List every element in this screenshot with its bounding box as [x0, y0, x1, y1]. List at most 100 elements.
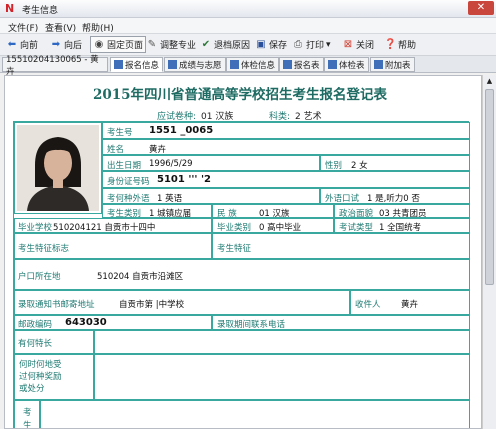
tab-physical-info[interactable]: 体检信息 — [226, 57, 280, 72]
document-view[interactable]: 2015年四川省普通高等学校招生考生报名登记表 应试卷种: 01 汉族 科类: … — [4, 75, 482, 429]
tab-signup-form[interactable]: 报名表 — [279, 57, 324, 72]
id-row: 身份证号码 5101 ''' '2 — [102, 171, 470, 188]
close-window-button[interactable]: ✕ — [468, 1, 494, 15]
birth-label: 出生日期 — [107, 161, 142, 171]
menu-file[interactable]: 文件(F) — [8, 21, 38, 34]
foreign-label: 考何种外语 — [107, 194, 150, 204]
id-label: 身份证号码 — [107, 177, 150, 187]
category-cell: 考生类别 1 城镇应届 — [102, 204, 212, 219]
app-logo-icon: N — [5, 2, 15, 15]
exam-no-label: 考生号 — [107, 128, 133, 138]
document-icon — [283, 60, 292, 69]
scrollbar-thumb[interactable] — [485, 89, 494, 285]
tab-bar: 15510204130065 - 黄卉 报名信息 成绩与志愿 体检信息 报名表 … — [0, 55, 496, 77]
residence-row: 户口所在地 510204 自贡市沿滩区 — [14, 259, 470, 290]
tab-scores[interactable]: 成绩与志愿 — [164, 57, 226, 72]
name-row: 姓名 黄卉 — [102, 139, 470, 155]
check-icon: ✔ — [201, 38, 211, 50]
receiver-cell: 收件人 黄卉 — [350, 290, 470, 315]
feature-label: 考生特征 — [217, 244, 252, 254]
specialty-label-cell: 有何特长 — [14, 330, 94, 354]
foreign-value: 1 英语 — [157, 194, 183, 204]
mail-addr-value: 自贡市第 |中学校 — [119, 300, 185, 310]
save-icon: ▣ — [256, 38, 266, 50]
award-value-cell — [94, 354, 470, 400]
mail-addr-cell: 录取通知书邮寄地址 自贡市第 |中学校 — [14, 290, 350, 315]
next-button[interactable]: ➡ 向后 — [48, 36, 84, 53]
mail-addr-label: 录取通知书邮寄地址 — [18, 300, 95, 310]
gender-value: 2 女 — [351, 161, 368, 171]
exam-type-label: 考试类型 — [339, 223, 374, 233]
tab-physical-form[interactable]: 体检表 — [324, 57, 369, 72]
specialty-value-cell — [94, 330, 470, 354]
name-label: 姓名 — [107, 145, 125, 155]
print-button[interactable]: ⎙ 打印 ▾ — [290, 36, 333, 53]
oral-label: 外语口试 — [325, 194, 360, 204]
vertical-scrollbar[interactable]: ▲ — [482, 75, 496, 429]
print-dropdown-icon[interactable]: ▾ — [326, 40, 331, 50]
exam-type-cell: 考试类型 1 全国统考 — [334, 218, 470, 233]
scroll-up-icon[interactable]: ▲ — [483, 75, 496, 88]
help-icon: ❓ — [384, 38, 397, 50]
window-title: 考生信息 — [22, 6, 59, 16]
receiver-label: 收件人 — [355, 300, 381, 310]
foreign-cell: 考何种外语 1 英语 — [102, 188, 320, 204]
menu-view[interactable]: 查看(V) — [45, 21, 76, 34]
document-icon — [328, 60, 337, 69]
feature-mark-cell: 考生特征标志 — [14, 233, 212, 259]
menu-help[interactable]: 帮助(H) — [82, 21, 114, 34]
nation-cell: 民 族 01 汉族 — [212, 204, 334, 219]
photo-cell — [14, 122, 102, 214]
document-icon — [230, 60, 239, 69]
fixed-page-button[interactable]: ◉ 固定页面 — [90, 36, 147, 53]
student-photo — [17, 125, 99, 211]
postcode-value: 643030 — [65, 317, 107, 328]
grad-type-cell: 毕业类别 0 高中毕业 — [212, 218, 334, 233]
resume-label: 考生 — [23, 408, 32, 429]
gender-cell: 性别 2 女 — [320, 155, 470, 171]
school-value: 510204121 自贡市十四中 — [53, 223, 156, 233]
political-cell: 政治面貌 03 共青团员 — [334, 204, 470, 219]
id-value: 5101 ''' '2 — [157, 174, 211, 185]
tab-attachment[interactable]: 附加表 — [370, 57, 415, 72]
prev-button[interactable]: ⬅ 向前 — [4, 36, 40, 53]
close-button[interactable]: ⊠ 关闭 — [340, 36, 376, 53]
title-bar: N 考生信息 ✕ — [0, 0, 496, 18]
postcode-cell: 邮政编码 643030 — [14, 315, 212, 330]
adjust-major-button[interactable]: ✎ 调整专业 — [144, 36, 198, 53]
grad-type-label: 毕业类别 — [217, 223, 252, 233]
document-icon — [374, 60, 383, 69]
resume-value-cell — [40, 400, 470, 428]
birth-cell: 出生日期 1996/5/29 — [102, 155, 320, 171]
menu-bar: 文件(F) 查看(V) 帮助(H) — [0, 18, 496, 34]
school-label: 毕业学校 — [18, 223, 53, 233]
exam-no-row: 考生号 1551 _0065 — [102, 122, 470, 139]
contact-label: 录取期间联系电话 — [217, 320, 286, 330]
arrow-right-icon: ➡ — [51, 38, 61, 50]
withdraw-reason-button[interactable]: ✔ 退档原因 — [198, 36, 252, 53]
tab-record[interactable]: 15510204130065 - 黄卉 — [2, 55, 108, 77]
feature-cell: 考生特征 — [212, 233, 470, 259]
feature-mark-label: 考生特征标志 — [18, 244, 70, 254]
gender-label: 性别 — [325, 161, 343, 171]
residence-value: 510204 自贡市沿滩区 — [97, 272, 184, 282]
page-title: 2015年四川省普通高等学校招生考生报名登记表 — [92, 87, 388, 103]
tab-signup-info[interactable]: 报名信息 — [110, 57, 164, 72]
arrow-left-icon: ⬅ — [7, 38, 17, 50]
award-label: 何时何地受过何种奖励或处分 — [19, 360, 62, 394]
save-button[interactable]: ▣ 保存 — [253, 36, 289, 53]
help-button[interactable]: ❓ 帮助 — [382, 36, 418, 53]
school-cell: 毕业学校 510204121 自贡市十四中 — [14, 218, 212, 233]
specialty-label: 有何特长 — [18, 339, 53, 349]
exam-no-value: 1551 _0065 — [149, 125, 214, 136]
residence-label: 户口所在地 — [18, 272, 61, 282]
registration-form: 考生号 1551 _0065 姓名 黄卉 出生日期 1996/5/29 性别 2… — [13, 121, 470, 429]
pin-icon: ◉ — [94, 38, 104, 50]
resume-label-cell: 考生 — [14, 400, 40, 429]
receiver-value: 黄卉 — [401, 300, 419, 310]
close-icon: ⊠ — [343, 38, 353, 50]
birth-value: 1996/5/29 — [149, 159, 193, 169]
edit-icon: ✎ — [147, 38, 157, 50]
postcode-label: 邮政编码 — [18, 320, 53, 330]
award-label-cell: 何时何地受过何种奖励或处分 — [14, 354, 94, 400]
